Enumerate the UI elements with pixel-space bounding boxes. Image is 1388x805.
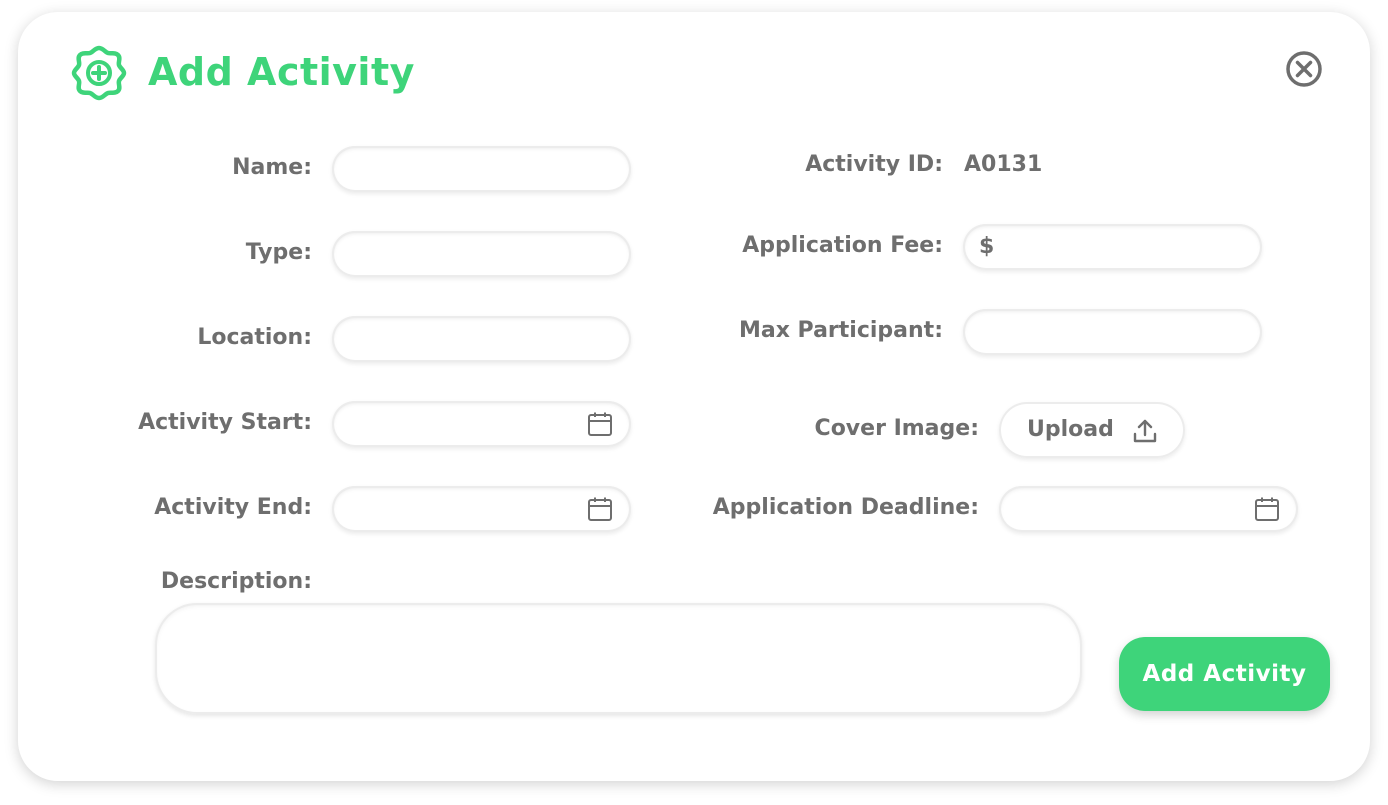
location-field[interactable] [332, 316, 631, 362]
application-fee-label: Application Fee: [742, 233, 943, 258]
application-deadline-field[interactable] [999, 486, 1298, 532]
activity-start-field[interactable] [332, 401, 631, 447]
max-participant-input[interactable] [963, 309, 1262, 355]
name-input[interactable] [332, 146, 631, 192]
activity-start-label: Activity Start: [138, 410, 312, 435]
add-activity-button-label: Add Activity [1142, 661, 1307, 687]
type-label: Type: [245, 240, 312, 265]
calendar-icon[interactable] [587, 496, 613, 522]
application-deadline-label: Application Deadline: [712, 495, 979, 520]
description-field[interactable] [155, 603, 1082, 714]
activity-id-label: Activity ID: [805, 152, 943, 177]
name-field[interactable] [332, 146, 631, 192]
upload-button-label: Upload [1027, 417, 1114, 442]
calendar-icon[interactable] [587, 411, 613, 437]
max-participant-field[interactable] [963, 309, 1262, 355]
application-fee-field[interactable]: $ [963, 224, 1262, 270]
calendar-icon[interactable] [1254, 496, 1280, 522]
activity-end-label: Activity End: [154, 495, 312, 520]
name-label: Name: [232, 155, 312, 180]
cover-image-label: Cover Image: [814, 416, 979, 441]
activity-end-field[interactable] [332, 486, 631, 532]
description-label: Description: [160, 569, 312, 594]
type-field[interactable] [332, 231, 631, 277]
upload-icon [1133, 419, 1157, 443]
type-input[interactable] [332, 231, 631, 277]
max-participant-label: Max Participant: [738, 318, 943, 343]
upload-button[interactable]: Upload [999, 402, 1185, 458]
dialog-title: Add Activity [148, 50, 415, 94]
activity-id-value: A0131 [964, 152, 1043, 177]
location-label: Location: [197, 325, 312, 350]
plus-badge-icon [71, 45, 127, 101]
close-icon[interactable] [1285, 50, 1323, 88]
description-textarea[interactable] [155, 603, 1082, 714]
location-input[interactable] [332, 316, 631, 362]
application-fee-input[interactable] [963, 224, 1262, 270]
add-activity-button[interactable]: Add Activity [1119, 637, 1330, 711]
